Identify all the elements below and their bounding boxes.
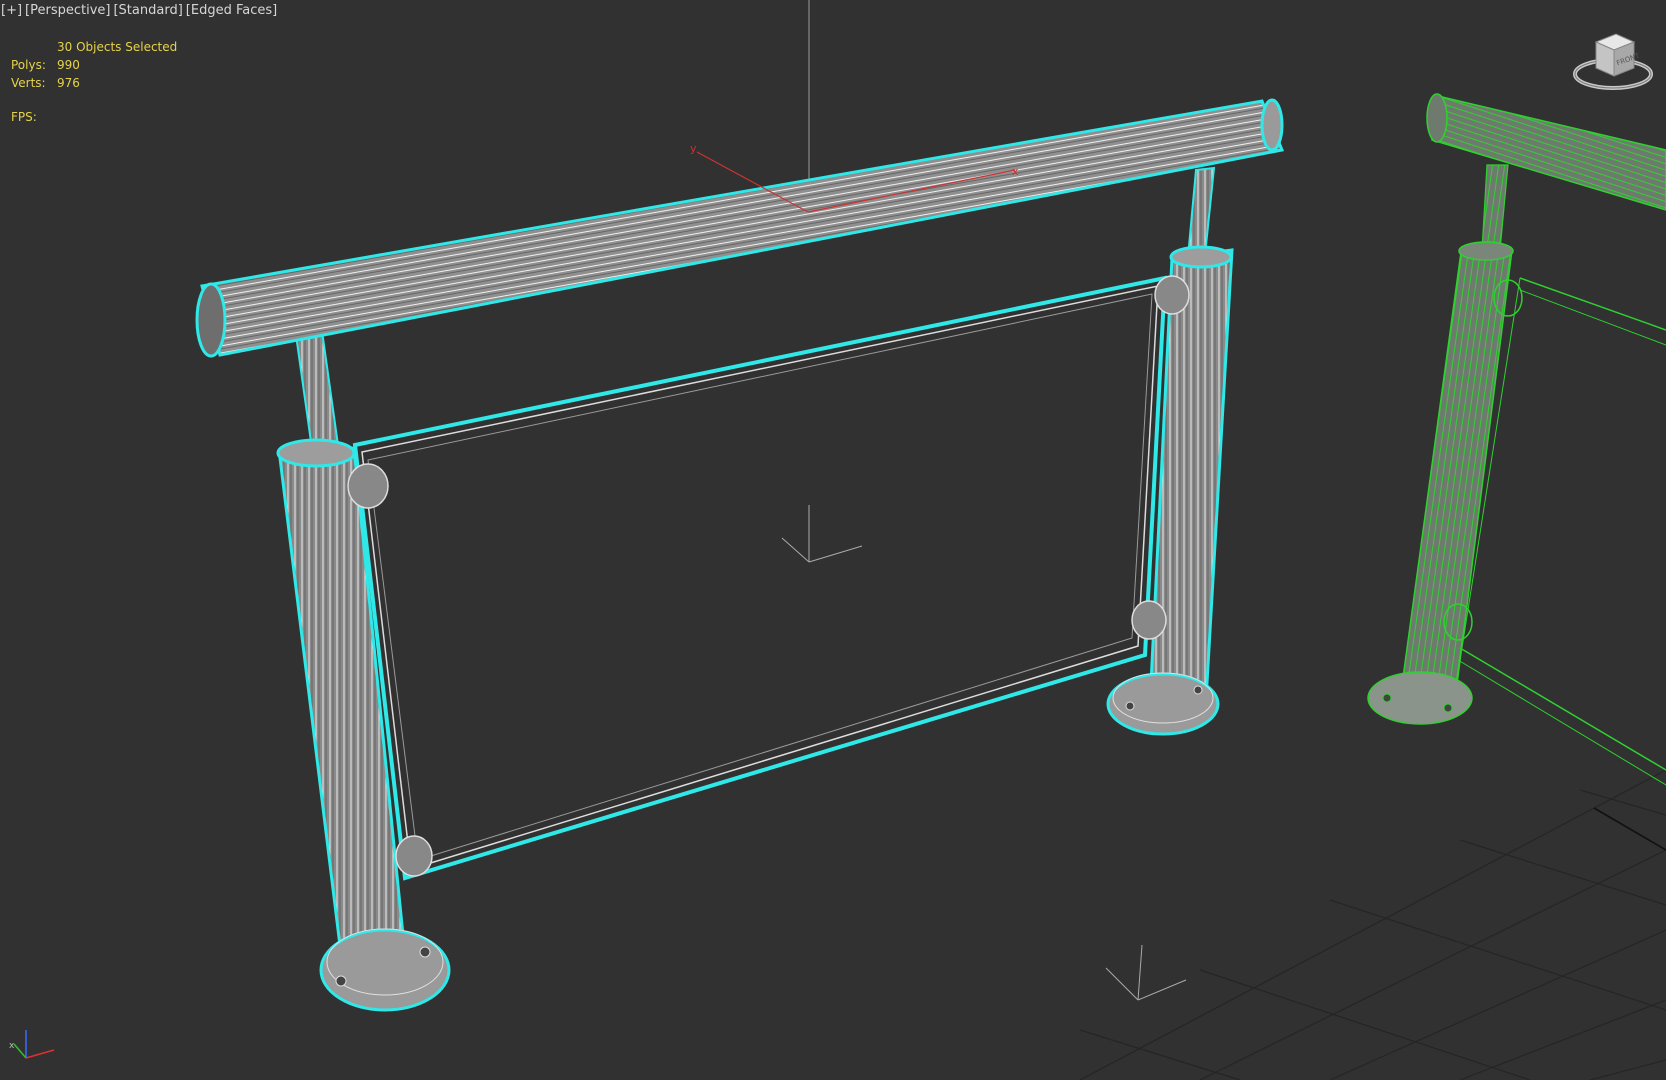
verts-value: 976 bbox=[57, 76, 80, 90]
viewport-general-menu[interactable]: [+] bbox=[1, 3, 22, 18]
viewcube-icon[interactable]: FRONT bbox=[1568, 30, 1658, 100]
handrail bbox=[195, 98, 1285, 358]
viewport-label-menu: [+] [Perspective] [Standard] [Edged Faces] bbox=[1, 3, 277, 18]
verts-label: Verts: bbox=[11, 76, 46, 90]
adjacent-railing bbox=[1367, 93, 1666, 786]
svg-text:x: x bbox=[1012, 165, 1019, 178]
world-axis-center bbox=[781, 505, 863, 563]
verts-row: Verts: 976 bbox=[11, 74, 177, 92]
scene-canvas[interactable]: y x bbox=[0, 0, 1666, 1080]
viewport-statistics: 30 Objects Selected Polys: 990 Verts: 97… bbox=[11, 38, 177, 126]
viewport-shading-standard-menu[interactable]: [Standard] bbox=[113, 3, 182, 18]
svg-text:x: x bbox=[9, 1041, 15, 1051]
polys-label: Polys: bbox=[11, 58, 46, 72]
polys-row: Polys: 990 bbox=[11, 56, 177, 74]
fps-label: FPS: bbox=[11, 110, 37, 124]
viewport-point-of-view-menu[interactable]: [Perspective] bbox=[25, 3, 110, 18]
selection-count: 30 Objects Selected bbox=[57, 40, 178, 54]
glass-panel bbox=[352, 275, 1168, 881]
polys-value: 990 bbox=[57, 58, 80, 72]
home-grid bbox=[1079, 769, 1666, 1080]
world-axis-grid bbox=[1105, 944, 1187, 1001]
viewport-shading-mode-menu[interactable]: [Edged Faces] bbox=[186, 3, 277, 18]
svg-text:y: y bbox=[690, 142, 697, 155]
axis-tripod-icon: x bbox=[8, 1024, 58, 1070]
perspective-viewport[interactable]: y x [+] [Perspective] [Standard] [Edged … bbox=[0, 0, 1666, 1080]
